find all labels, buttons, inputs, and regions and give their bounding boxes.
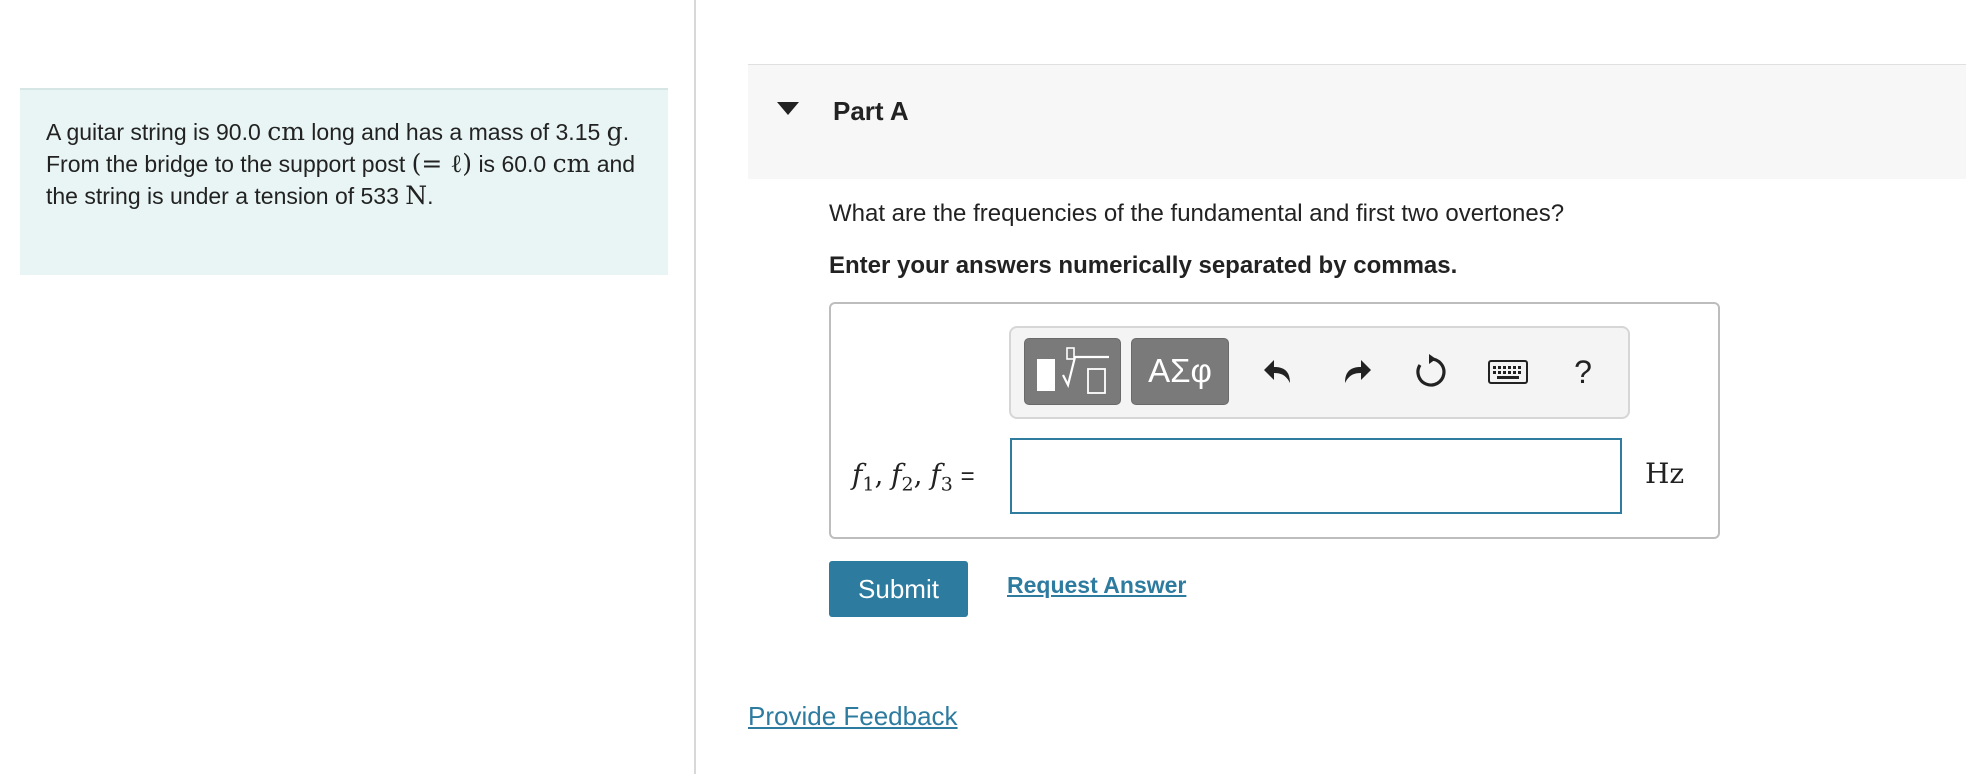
keyboard-button[interactable]	[1484, 348, 1532, 396]
problem-text: is 60.0	[478, 151, 547, 177]
submit-button[interactable]: Submit	[829, 561, 968, 617]
var-sep: ,	[874, 458, 884, 491]
var-f: f	[852, 458, 863, 491]
var-sub: 3	[940, 473, 953, 496]
reset-icon	[1416, 354, 1446, 387]
unit-n: N	[405, 181, 428, 210]
problem-text: long and has a mass of	[311, 119, 550, 145]
unit-g: g	[606, 117, 623, 146]
help-icon: ?	[1574, 353, 1592, 390]
equals-sign: =	[960, 463, 975, 490]
var-f: f	[930, 458, 941, 491]
problem-text: 3.15	[555, 119, 601, 145]
redo-icon	[1345, 360, 1371, 383]
undo-button[interactable]	[1256, 348, 1302, 396]
templates-icon	[1037, 347, 1109, 394]
collapse-triangle-icon[interactable]	[777, 102, 799, 115]
help-button[interactable]: ?	[1563, 348, 1603, 396]
redo-button[interactable]	[1333, 348, 1379, 396]
keyboard-icon	[1488, 360, 1528, 384]
problem-statement: A guitar string is 90.0 cm long and has …	[20, 88, 668, 275]
reset-button[interactable]	[1408, 348, 1454, 396]
instruction-text: Enter your answers numerically separated…	[829, 252, 1458, 279]
part-header[interactable]	[748, 64, 1966, 179]
length-symbol: (= ℓ)	[411, 149, 473, 178]
panel-divider	[694, 0, 696, 774]
unit-cm: cm	[552, 149, 591, 178]
templates-button[interactable]	[1024, 338, 1121, 405]
problem-text: A guitar string is 90.0	[46, 119, 261, 145]
answer-input[interactable]	[1010, 438, 1622, 514]
variable-label: f1, f2, f3 =	[852, 458, 975, 496]
greek-symbols-button[interactable]: ΑΣφ	[1131, 338, 1229, 405]
request-answer-link[interactable]: Request Answer	[1007, 572, 1186, 599]
problem-text: .	[427, 183, 434, 209]
var-sub: 2	[901, 473, 914, 496]
part-title: Part A	[833, 96, 909, 126]
var-sep: ,	[913, 458, 923, 491]
unit-cm: cm	[267, 117, 305, 146]
provide-feedback-link[interactable]: Provide Feedback	[748, 701, 958, 732]
undo-icon	[1264, 360, 1290, 383]
question-text: What are the frequencies of the fundamen…	[829, 200, 1565, 227]
var-sub: 1	[862, 473, 875, 496]
unit-label: Hz	[1645, 457, 1685, 490]
var-f: f	[891, 458, 902, 491]
